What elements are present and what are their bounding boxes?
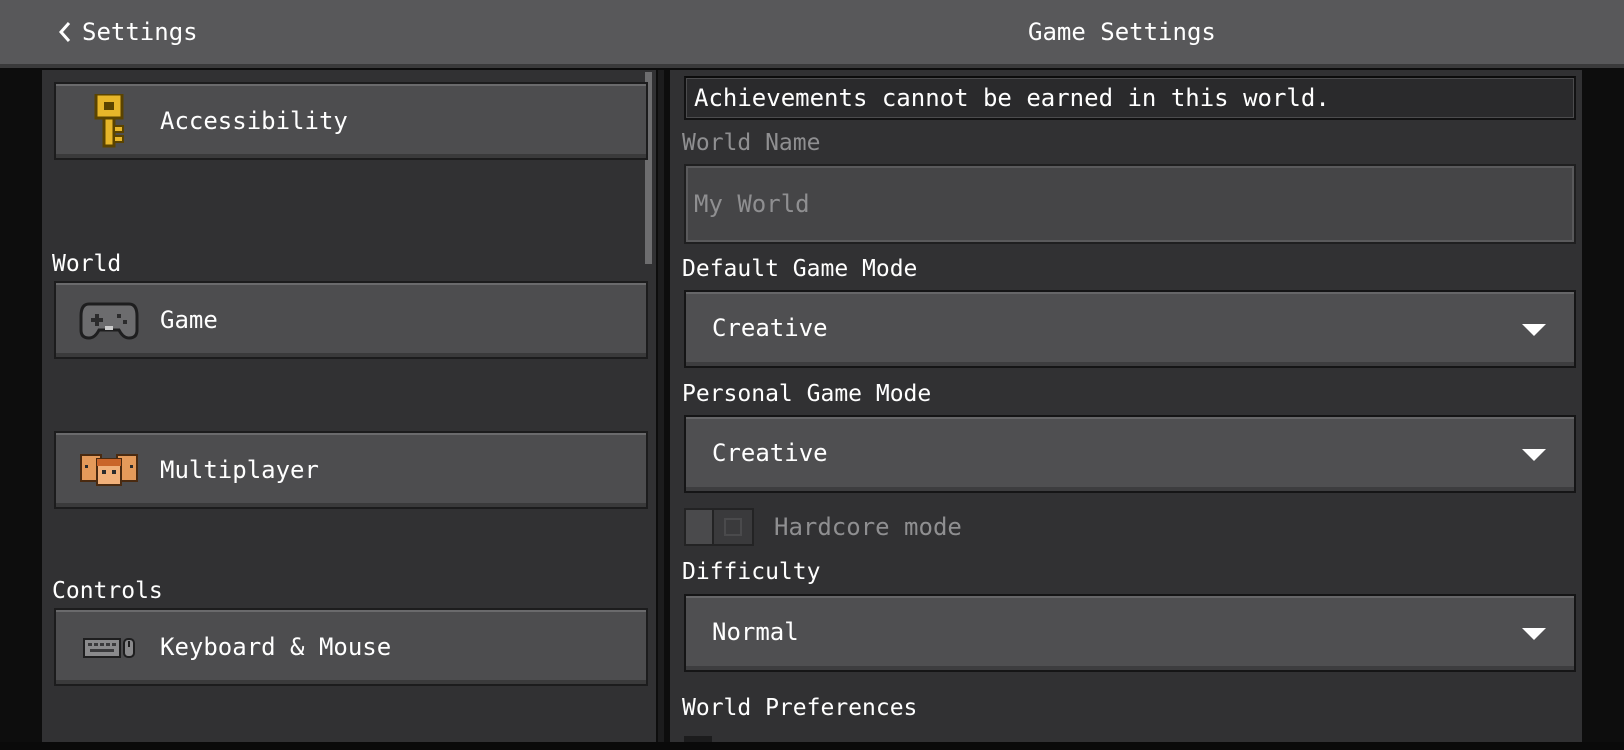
panel-divider (658, 70, 664, 742)
sidebar-item-accessibility[interactable]: Accessibility (54, 82, 648, 160)
back-button-label: Settings (82, 18, 198, 46)
dropdown-value: Normal (712, 618, 799, 646)
page-title: Game Settings (1028, 18, 1216, 46)
sidebar-item-game[interactable]: Game (54, 281, 648, 359)
toggle-off-indicator (724, 518, 742, 536)
sidebar-item-keyboard-mouse[interactable]: Keyboard & Mouse (54, 608, 648, 686)
difficulty-label: Difficulty (682, 559, 821, 585)
hardcore-mode-toggle[interactable] (684, 508, 754, 546)
chevron-down-icon (1522, 628, 1546, 640)
difficulty-dropdown[interactable]: Normal (684, 594, 1576, 672)
key-icon (74, 93, 144, 149)
keyboard-mouse-icon (74, 619, 144, 675)
chevron-down-icon (1522, 449, 1546, 461)
default-game-mode-label: Default Game Mode (682, 256, 918, 282)
sidebar-item-label: Game (160, 306, 218, 334)
sidebar-item-label: Multiplayer (160, 456, 319, 484)
players-icon (74, 442, 144, 498)
chevron-left-icon (58, 22, 71, 42)
world-name-input[interactable]: My World (684, 164, 1576, 244)
controller-icon (74, 292, 144, 348)
world-preferences-label: World Preferences (682, 695, 918, 721)
section-header-world: World (52, 251, 122, 277)
personal-game-mode-dropdown[interactable]: Creative (684, 415, 1576, 493)
world-name-label: World Name (682, 130, 821, 156)
sidebar-item-multiplayer[interactable]: Multiplayer (54, 431, 648, 509)
top-bar: Settings Game Settings (0, 0, 1624, 68)
back-button[interactable]: Settings (58, 16, 198, 48)
dropdown-value: Creative (712, 439, 828, 467)
sidebar-item-label: Accessibility (160, 107, 348, 135)
chevron-down-icon (1522, 324, 1546, 336)
default-game-mode-dropdown[interactable]: Creative (684, 290, 1576, 368)
section-header-controls: Controls (52, 578, 163, 604)
bottom-edge (0, 742, 1624, 750)
achievements-notice: Achievements cannot be earned in this wo… (684, 76, 1576, 120)
sidebar-item-label: Keyboard & Mouse (160, 633, 392, 661)
dropdown-value: Creative (712, 314, 828, 342)
personal-game-mode-label: Personal Game Mode (682, 381, 932, 407)
toggle-knob (686, 510, 714, 544)
hardcore-mode-label: Hardcore mode (774, 513, 962, 541)
